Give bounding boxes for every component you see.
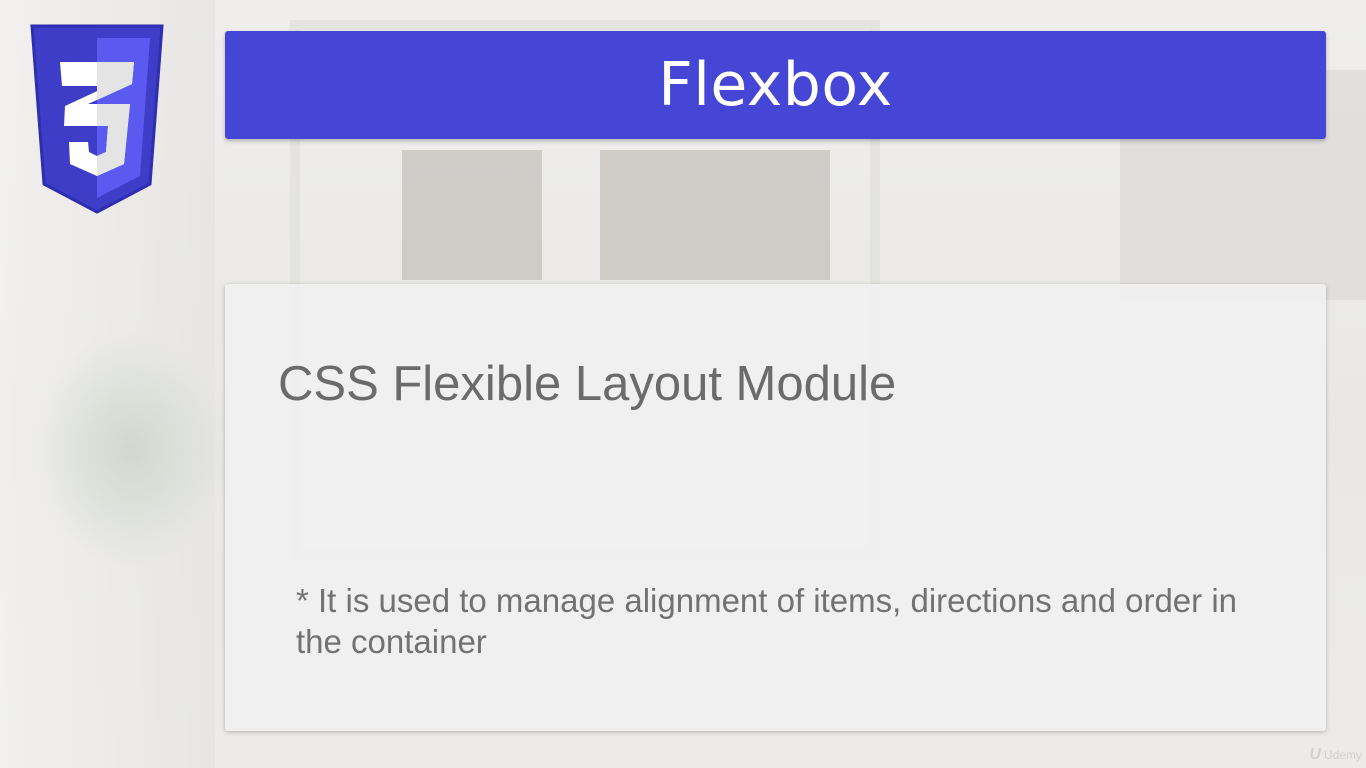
- slide-content-card: CSS Flexible Layout Module * It is used …: [225, 284, 1326, 731]
- slide-title: Flexbox: [658, 50, 893, 120]
- background-poster: [740, 150, 830, 280]
- background-poster: [600, 150, 740, 280]
- slide-note: * It is used to manage alignment of item…: [296, 582, 1237, 660]
- udemy-watermark: U Udemy: [1309, 746, 1362, 764]
- udemy-icon: U: [1309, 746, 1321, 763]
- background-plant: [30, 330, 230, 570]
- background-poster: [402, 150, 542, 280]
- css3-shield-icon: [28, 24, 166, 216]
- watermark-text: Udemy: [1323, 748, 1362, 762]
- slide-title-bar: Flexbox: [225, 31, 1326, 139]
- slide-heading: CSS Flexible Layout Module: [278, 357, 897, 411]
